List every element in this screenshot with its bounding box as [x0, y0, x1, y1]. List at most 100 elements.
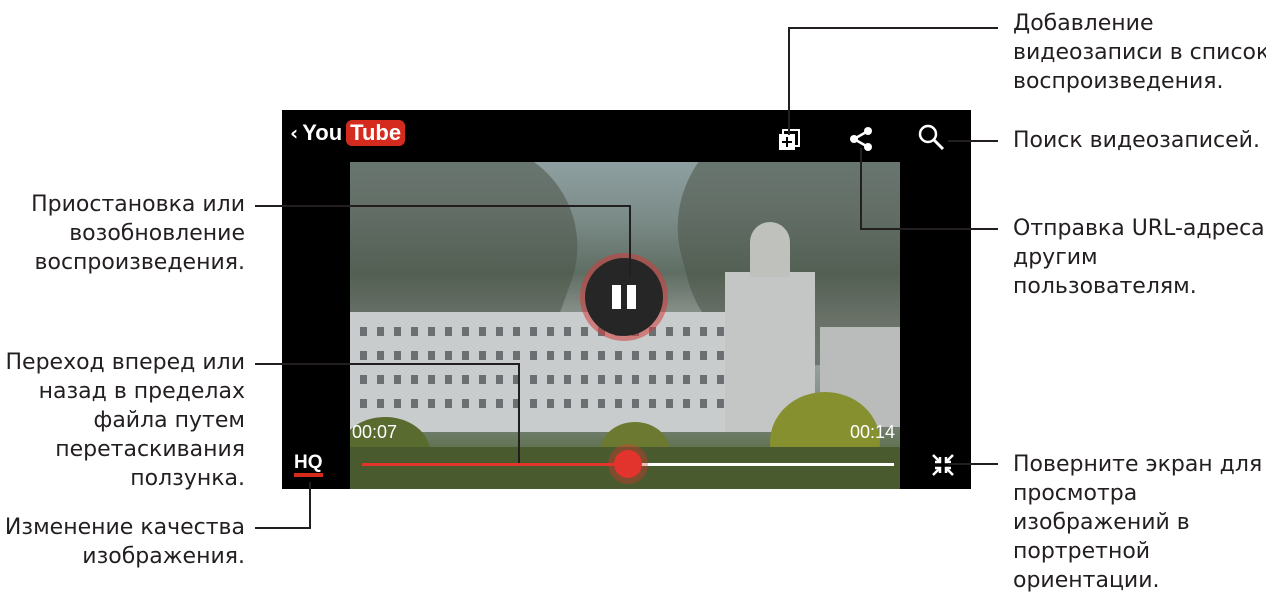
building-window: [377, 375, 384, 384]
building-window: [530, 375, 537, 384]
chevron-left-icon: ‹: [290, 121, 299, 145]
building-window: [581, 399, 588, 408]
building-window: [479, 351, 486, 360]
building-window: [547, 375, 554, 384]
building-window: [462, 399, 469, 408]
callout-line: воспроизведения.: [1013, 69, 1224, 94]
building-window: [564, 375, 571, 384]
building-window: [598, 351, 605, 360]
callout-share-url: Отправка URL-адреса другим пользователям…: [1013, 214, 1265, 301]
building-window: [411, 351, 418, 360]
leader-quality-v: [309, 482, 311, 529]
callout-line: изображений в: [1013, 510, 1190, 535]
building-window: [394, 351, 401, 360]
building-window: [547, 399, 554, 408]
current-time: 00:07: [352, 422, 398, 442]
total-time: 00:14: [850, 422, 896, 442]
leader-share-v: [860, 148, 862, 230]
building-window: [428, 399, 435, 408]
building-window: [394, 327, 401, 336]
pause-button[interactable]: [585, 258, 663, 336]
seek-bar[interactable]: [362, 450, 894, 478]
building-window: [717, 399, 724, 408]
callout-line: пользователям.: [1013, 274, 1197, 299]
video-player[interactable]: ‹ You Tube 00:07 00:14 HQ: [282, 110, 971, 489]
building-window: [547, 351, 554, 360]
building-window: [700, 399, 707, 408]
building-window: [428, 351, 435, 360]
building-window: [632, 351, 639, 360]
leader-pause-v: [629, 205, 631, 277]
building-window: [360, 327, 367, 336]
leader-seek-h: [255, 363, 520, 365]
building-window: [632, 399, 639, 408]
building-window: [411, 375, 418, 384]
logo-you: You: [302, 120, 343, 145]
building-window: [683, 399, 690, 408]
seek-bar-thumb[interactable]: [614, 450, 642, 478]
hq-quality-button[interactable]: HQ: [294, 453, 323, 477]
building-window: [428, 327, 435, 336]
callout-line: воспроизведения.: [34, 250, 245, 275]
building-window: [445, 351, 452, 360]
building-window: [445, 399, 452, 408]
building-window: [462, 375, 469, 384]
exit-fullscreen-button[interactable]: [926, 448, 960, 482]
callout-line: портретной: [1013, 539, 1151, 564]
building-window: [360, 351, 367, 360]
building-window: [564, 327, 571, 336]
pause-icon: [612, 285, 621, 309]
building-window: [513, 327, 520, 336]
building-window: [683, 375, 690, 384]
building-window: [445, 327, 452, 336]
building-window: [394, 399, 401, 408]
seek-bar-played: [362, 463, 628, 466]
building-window: [581, 375, 588, 384]
building-window: [615, 399, 622, 408]
building-window: [479, 327, 486, 336]
building-window: [564, 399, 571, 408]
building-window: [649, 399, 656, 408]
building-window: [377, 327, 384, 336]
search-icon: [918, 124, 945, 151]
logo-tube: Tube: [346, 120, 406, 146]
building-window: [615, 351, 622, 360]
building-window: [666, 327, 673, 336]
building-window: [377, 399, 384, 408]
leader-rotate: [948, 463, 998, 465]
building-window: [360, 399, 367, 408]
building-window: [496, 375, 503, 384]
building-window: [513, 351, 520, 360]
building-window: [496, 399, 503, 408]
building-dome: [750, 222, 790, 277]
pause-icon-bar: [627, 285, 636, 309]
callout-line: возобновление: [69, 221, 245, 246]
building-window: [598, 399, 605, 408]
callout-line: Приостановка или: [31, 192, 245, 217]
callout-seek: Переход вперед или назад в пределах файл…: [5, 348, 245, 493]
callout-search: Поиск видеозаписей.: [1013, 126, 1260, 155]
callout-line: перетаскивания: [55, 437, 245, 462]
player-top-bar: ‹ You Tube: [282, 110, 971, 162]
callout-line: Переход вперед или: [5, 350, 245, 375]
building-window: [649, 351, 656, 360]
youtube-back-button[interactable]: ‹ You Tube: [290, 120, 406, 146]
building-window: [581, 351, 588, 360]
building-window: [666, 375, 673, 384]
leader-add-playlist-v: [788, 27, 790, 135]
building-window: [360, 375, 367, 384]
callout-line: видеозаписи в список: [1013, 40, 1266, 65]
building-window: [479, 399, 486, 408]
callout-line: другим: [1013, 245, 1098, 270]
building-window: [428, 375, 435, 384]
building-window: [496, 351, 503, 360]
building-window: [479, 375, 486, 384]
building-window: [530, 351, 537, 360]
callout-line: ползунка.: [130, 466, 245, 491]
building-window: [530, 399, 537, 408]
search-button[interactable]: [914, 120, 948, 154]
leader-share-h: [860, 228, 998, 230]
building-window: [581, 327, 588, 336]
building-window: [377, 351, 384, 360]
building-window: [564, 351, 571, 360]
